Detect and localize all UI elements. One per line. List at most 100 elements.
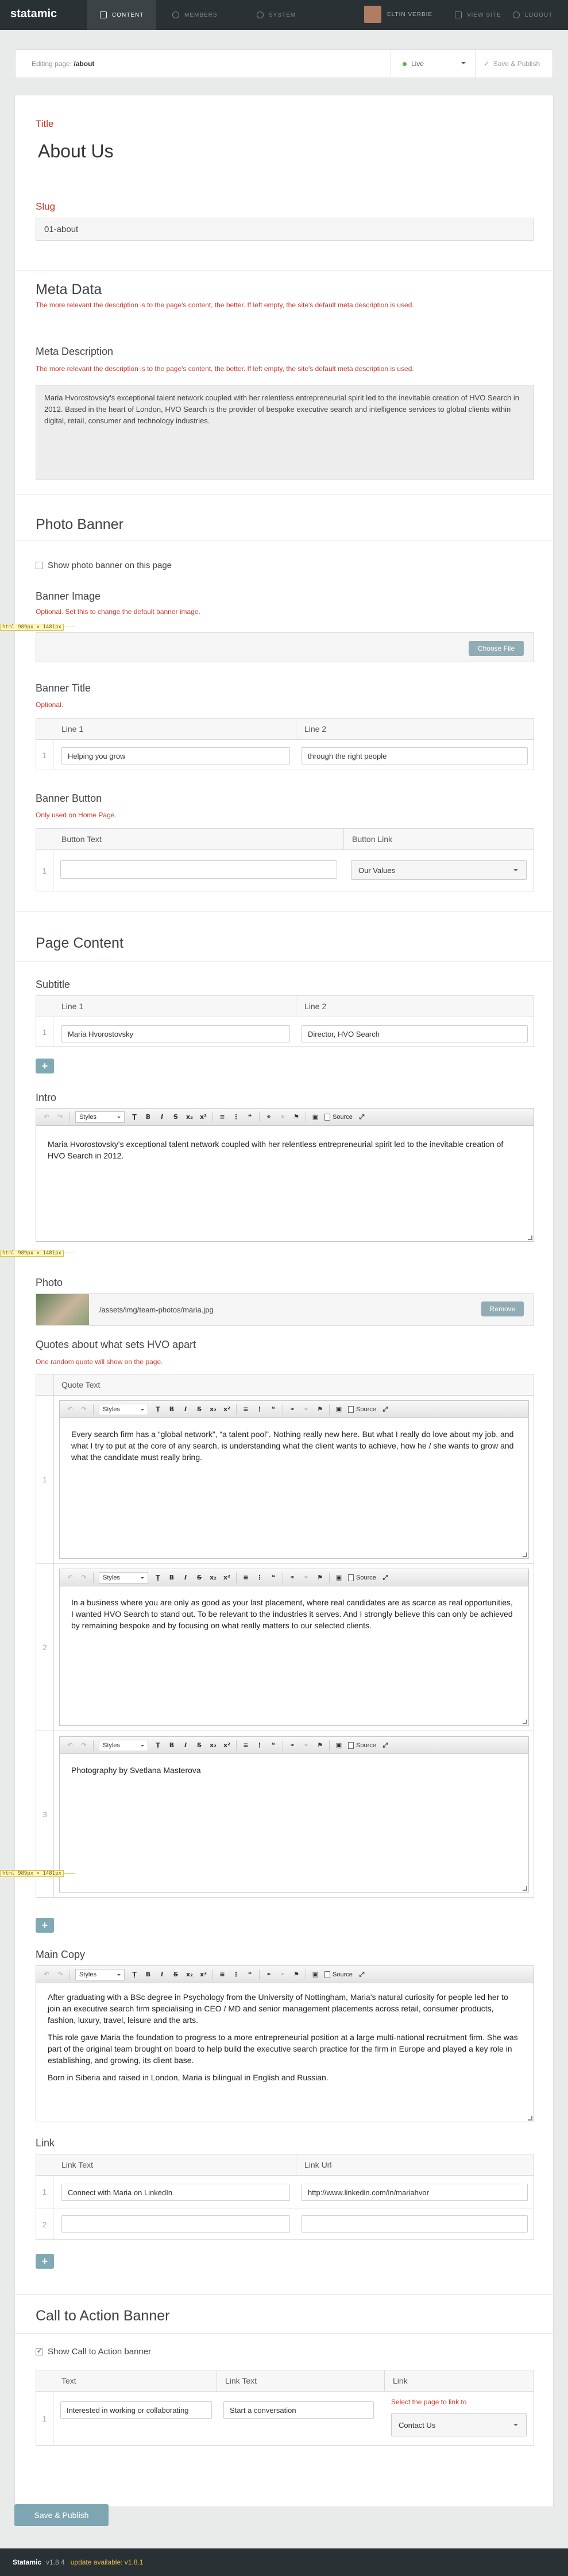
blockquote-icon[interactable]: ❝ xyxy=(268,1404,279,1415)
source-button[interactable]: Source xyxy=(348,1405,376,1413)
bold-icon[interactable]: B xyxy=(143,1112,153,1122)
blockquote-icon[interactable]: ❝ xyxy=(245,1112,255,1122)
redo-icon[interactable]: ↷ xyxy=(79,1573,89,1583)
redo-icon[interactable]: ↷ xyxy=(55,1969,65,1980)
intro-editor[interactable]: ↶ ↷ Styles Ṭ B I Sx₂ x² ≡ ⋮ ❝ ⚭ ⚭ ⚑ ▣ Source ⤢ Mar… xyxy=(36,1108,534,1242)
cta-link-text-input[interactable]: Start a conversation xyxy=(223,2401,374,2419)
maximize-icon[interactable]: ⤢ xyxy=(357,1969,367,1980)
clear-format-icon[interactable]: Ṭ xyxy=(153,1573,163,1583)
unlink-icon[interactable]: ⚭ xyxy=(277,1969,288,1980)
add-quote-button[interactable]: + xyxy=(36,1918,54,1933)
statamic-logo[interactable]: statamic xyxy=(10,7,57,21)
bullet-list-icon[interactable]: ⋮ xyxy=(254,1573,265,1583)
source-button[interactable]: Source xyxy=(348,1741,376,1749)
image-icon[interactable]: ▣ xyxy=(334,1740,344,1751)
styles-dropdown[interactable]: Styles xyxy=(75,1111,125,1123)
link-text-input[interactable] xyxy=(61,2215,290,2233)
strike-icon[interactable]: S xyxy=(194,1573,204,1583)
anchor-flag-icon[interactable]: ⚑ xyxy=(291,1112,302,1122)
subscript-icon[interactable]: x₂ xyxy=(184,1112,195,1122)
unlink-icon[interactable]: ⚭ xyxy=(277,1112,288,1122)
link-text-input[interactable]: Connect with Maria on LinkedIn xyxy=(61,2184,290,2201)
superscript-icon[interactable]: x² xyxy=(198,1112,208,1122)
save-publish-top-button[interactable]: ✓ Save & Publish xyxy=(484,60,540,68)
numbered-list-icon[interactable]: ≡ xyxy=(217,1112,227,1122)
strike-icon[interactable]: S xyxy=(171,1969,181,1980)
undo-icon[interactable]: ↶ xyxy=(41,1112,52,1122)
main-copy-editor[interactable]: ↶ ↷ Styles Ṭ B I Sx₂ x² ≡ ⋮ ❝ ⚭ ⚭ ⚑ ▣ Source ⤢ After gr… xyxy=(36,1965,534,2122)
clear-format-icon[interactable]: Ṭ xyxy=(153,1404,163,1415)
meta-description-textarea[interactable]: Maria Hvorostovsky's exceptional talent … xyxy=(36,385,534,480)
blockquote-icon[interactable]: ❝ xyxy=(245,1969,255,1980)
link-url-input[interactable] xyxy=(302,2215,528,2233)
anchor-flag-icon[interactable]: ⚑ xyxy=(315,1404,325,1415)
image-icon[interactable]: ▣ xyxy=(310,1112,320,1122)
nav-content[interactable]: Content xyxy=(87,0,157,30)
quote-editor-1[interactable]: ↶ ↷ Styles Ṭ B I Sx₂ x² ≡ ⋮ ❝ ⚭ ⚭ ⚑ ▣ Source ⤢ Every se… xyxy=(59,1400,529,1559)
show-cta-checkbox[interactable]: ✓ Show Call to Action banner xyxy=(36,2347,151,2357)
superscript-icon[interactable]: x² xyxy=(222,1573,232,1583)
maximize-icon[interactable]: ⤢ xyxy=(380,1573,391,1583)
undo-icon[interactable]: ↶ xyxy=(65,1573,75,1583)
maximize-icon[interactable]: ⤢ xyxy=(380,1740,391,1751)
styles-dropdown[interactable]: Styles xyxy=(99,1403,148,1415)
redo-icon[interactable]: ↷ xyxy=(55,1112,65,1122)
bullet-list-icon[interactable]: ⋮ xyxy=(231,1112,241,1122)
nav-system[interactable]: System xyxy=(257,0,296,30)
numbered-list-icon[interactable]: ≡ xyxy=(241,1740,251,1751)
bullet-list-icon[interactable]: ⋮ xyxy=(254,1404,265,1415)
main-copy-paragraph[interactable]: Born in Siberia and raised in London, Ma… xyxy=(48,2072,522,2083)
bullet-list-icon[interactable]: ⋮ xyxy=(231,1969,241,1980)
undo-icon[interactable]: ↶ xyxy=(41,1969,52,1980)
resize-handle[interactable] xyxy=(523,1720,527,1724)
choose-file-button[interactable]: Choose File xyxy=(469,641,524,656)
add-link-button[interactable]: + xyxy=(36,2254,54,2269)
clear-format-icon[interactable]: Ṭ xyxy=(129,1969,140,1980)
undo-icon[interactable]: ↶ xyxy=(65,1404,75,1415)
italic-icon[interactable]: I xyxy=(180,1404,191,1415)
line1-input[interactable]: Helping you grow xyxy=(61,747,290,764)
save-publish-button[interactable]: Save & Publish xyxy=(14,2504,109,2526)
italic-icon[interactable]: I xyxy=(180,1573,191,1583)
styles-dropdown[interactable]: Styles xyxy=(99,1739,148,1751)
quote-text[interactable]: Photography by Svetlana Masterova xyxy=(71,1764,517,1776)
quote-editor-2[interactable]: ↶ ↷ Styles Ṭ B I Sx₂ x² ≡ ⋮ ❝ ⚭ ⚭ ⚑ ▣ Source ⤢ In a bus… xyxy=(59,1569,529,1726)
redo-icon[interactable]: ↷ xyxy=(79,1404,89,1415)
image-icon[interactable]: ▣ xyxy=(334,1573,344,1583)
update-available-link[interactable]: update available: v1.8.1 xyxy=(71,2558,144,2566)
numbered-list-icon[interactable]: ≡ xyxy=(241,1573,251,1583)
unlink-icon[interactable]: ⚭ xyxy=(301,1404,311,1415)
view-site-link[interactable]: View Site xyxy=(455,0,501,30)
blockquote-icon[interactable]: ❝ xyxy=(268,1573,279,1583)
italic-icon[interactable]: I xyxy=(180,1740,191,1751)
subscript-icon[interactable]: x₂ xyxy=(184,1969,195,1980)
line2-input[interactable]: through the right people xyxy=(302,747,528,764)
link-url-input[interactable]: http://www.linkedin.com/in/mariahvor xyxy=(302,2184,528,2201)
image-icon[interactable]: ▣ xyxy=(334,1404,344,1415)
link-icon[interactable]: ⚭ xyxy=(264,1112,274,1122)
nav-members[interactable]: Members xyxy=(172,0,218,30)
logout-link[interactable]: Logout xyxy=(513,0,552,30)
source-button[interactable]: Source xyxy=(348,1574,376,1581)
link-icon[interactable]: ⚭ xyxy=(287,1573,297,1583)
title-input[interactable]: About Us xyxy=(36,134,534,168)
anchor-flag-icon[interactable]: ⚑ xyxy=(291,1969,302,1980)
show-photo-banner-checkbox[interactable]: Show photo banner on this page xyxy=(36,561,172,570)
slug-input[interactable]: 01-about xyxy=(36,218,534,241)
quote-editor-3[interactable]: ↶ ↷ Styles Ṭ B I Sx₂ x² ≡ ⋮ ❝ ⚭ ⚭ ⚑ ▣ Source ⤢ Photogra… xyxy=(59,1736,529,1893)
bold-icon[interactable]: B xyxy=(167,1573,177,1583)
bullet-list-icon[interactable]: ⋮ xyxy=(254,1740,265,1751)
cta-link-select[interactable]: Contact Us xyxy=(391,2413,527,2436)
source-button[interactable]: Source xyxy=(324,1113,353,1121)
clear-format-icon[interactable]: Ṭ xyxy=(129,1112,140,1122)
main-copy-paragraph[interactable]: This role gave Maria the foundation to p… xyxy=(48,2032,522,2066)
source-button[interactable]: Source xyxy=(324,1971,353,1978)
superscript-icon[interactable]: x² xyxy=(198,1969,208,1980)
undo-icon[interactable]: ↶ xyxy=(65,1740,75,1751)
main-copy-paragraph[interactable]: After graduating with a BSc degree in Ps… xyxy=(48,1991,522,2026)
maximize-icon[interactable]: ⤢ xyxy=(380,1404,391,1415)
numbered-list-icon[interactable]: ≡ xyxy=(241,1404,251,1415)
intro-text[interactable]: Maria Hvorostovsky's exceptional talent … xyxy=(48,1138,522,1161)
bold-icon[interactable]: B xyxy=(143,1969,153,1980)
status-select[interactable]: Live xyxy=(391,50,476,78)
